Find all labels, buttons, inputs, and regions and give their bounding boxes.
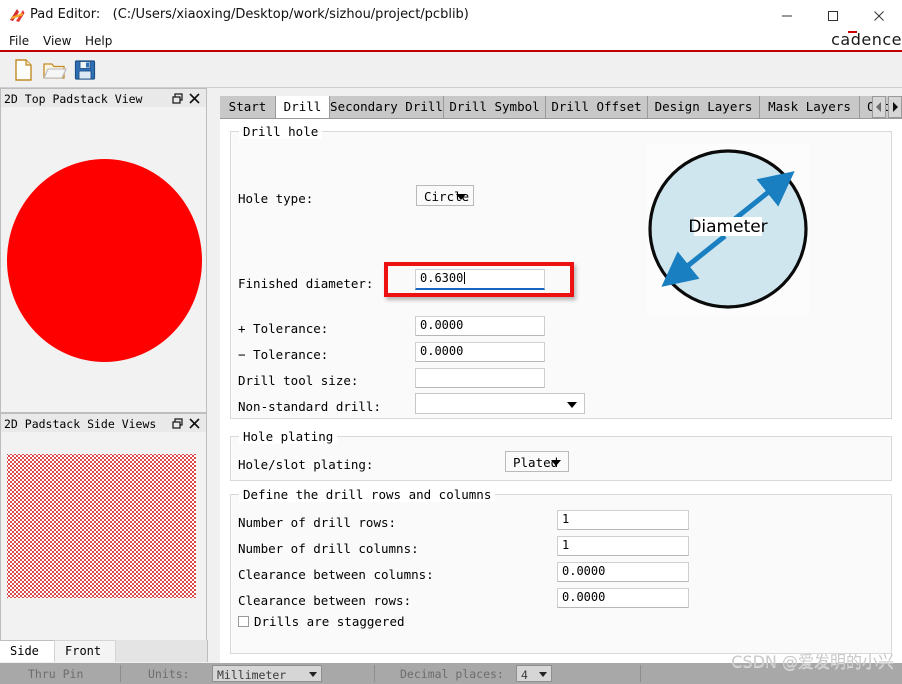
hole-type-label: Hole type: — [238, 191, 314, 206]
drills-are-staggered-checkbox[interactable]: Drills are staggered — [238, 614, 405, 629]
open-folder-icon[interactable] — [41, 57, 67, 83]
pad-shape-circle — [7, 159, 202, 362]
drill-tool-size-label: Drill tool size: — [238, 373, 359, 388]
clearance-between-rows-label: Clearance between rows: — [238, 593, 412, 608]
minimize-button[interactable] — [764, 0, 810, 32]
minus-tolerance-label: − Tolerance: — [238, 347, 329, 362]
text-caret — [464, 272, 466, 284]
side-front-tabstrip: Side Front — [0, 640, 208, 662]
padstack-side-hatch — [7, 454, 196, 598]
tab-design-layers[interactable]: Design Layers — [648, 96, 760, 118]
tab-mask-layers[interactable]: Mask Layers — [760, 96, 860, 118]
cadence-brand-logo: cadence — [831, 30, 902, 49]
menu-item-help[interactable]: Help — [80, 33, 117, 49]
chevron-down-icon — [309, 671, 317, 677]
finished-diameter-input[interactable]: 0.6300 — [415, 269, 545, 290]
hole-slot-plating-label: Hole/slot plating: — [238, 457, 374, 472]
status-pin-type: Thru Pin — [28, 667, 84, 681]
top-padstack-panel-title: 2D Top Padstack View — [4, 92, 143, 106]
side-views-canvas[interactable] — [1, 432, 206, 643]
plus-tolerance-input[interactable]: 0.0000 — [415, 316, 545, 336]
non-standard-drill-label: Non-standard drill: — [238, 399, 381, 414]
tab-drill-symbol[interactable]: Drill Symbol — [444, 96, 546, 118]
tab-drill[interactable]: Drill — [276, 96, 330, 118]
chevron-down-icon — [567, 401, 577, 408]
top-padstack-view-panel: 2D Top Padstack View — [0, 88, 207, 413]
status-separator — [120, 665, 121, 682]
status-decimal-label: Decimal places: — [400, 667, 504, 681]
drill-hole-legend: Drill hole — [239, 124, 323, 139]
csdn-watermark: CSDN @爱发明的小兴 — [731, 652, 894, 671]
hole-plating-legend: Hole plating — [239, 429, 338, 444]
finished-diameter-value: 0.6300 — [420, 271, 464, 285]
close-button[interactable] — [856, 0, 902, 32]
number-of-drill-columns-input[interactable]: 1 — [557, 536, 689, 556]
minus-tolerance-input[interactable]: 0.0000 — [415, 342, 545, 362]
restore-icon[interactable] — [171, 417, 184, 430]
finished-diameter-label: Finished diameter: — [238, 276, 374, 291]
tab-front[interactable]: Front — [54, 640, 116, 662]
cadence-wordmark: cadence — [831, 30, 902, 49]
menu-item-view[interactable]: View — [38, 33, 76, 49]
number-of-drill-columns-label: Number of drill columns: — [238, 541, 419, 556]
menu-item-file[interactable]: File — [4, 33, 34, 49]
number-of-drill-rows-input[interactable]: 1 — [557, 510, 689, 530]
chevron-down-icon — [456, 193, 466, 200]
drill-rows-columns-legend: Define the drill rows and columns — [239, 487, 496, 502]
main-toolbar — [0, 52, 902, 88]
hole-slot-plating-select[interactable]: Plated — [505, 451, 569, 472]
top-padstack-canvas[interactable] — [1, 107, 206, 412]
chevron-down-icon — [551, 459, 561, 466]
diameter-illustration-label: Diameter — [688, 217, 767, 237]
status-units-label: Units: — [148, 667, 190, 681]
tab-drill-offset[interactable]: Drill Offset — [546, 96, 648, 118]
padstack-side-views-panel: 2D Padstack Side Views — [0, 413, 207, 644]
save-icon[interactable] — [72, 57, 98, 83]
diameter-illustration: Diameter — [647, 143, 809, 315]
maximize-button[interactable] — [810, 0, 856, 32]
menu-bar: File View Help — [0, 32, 902, 50]
clearance-between-columns-input[interactable]: 0.0000 — [557, 562, 689, 582]
number-of-drill-rows-label: Number of drill rows: — [238, 515, 397, 530]
clearance-between-columns-label: Clearance between columns: — [238, 567, 434, 582]
status-separator — [640, 665, 641, 682]
new-file-icon[interactable] — [10, 57, 36, 83]
tab-scroll-left-icon[interactable] — [872, 96, 886, 118]
chevron-down-icon — [539, 671, 547, 677]
drills-are-staggered-label: Drills are staggered — [254, 614, 405, 629]
cadence-macron-icon — [848, 31, 858, 33]
status-separator — [374, 665, 375, 682]
drill-tool-size-input[interactable] — [415, 368, 545, 388]
decimal-places-value: 4 — [521, 668, 528, 682]
plus-tolerance-label: + Tolerance: — [238, 321, 329, 336]
units-value: Millimeter — [217, 668, 287, 682]
title-bar: Pad Editor: (C:/Users/xiaoxing/Desktop/w… — [0, 0, 902, 32]
app-logo-icon — [8, 7, 26, 25]
close-icon[interactable] — [188, 92, 201, 105]
top-padstack-panel-header: 2D Top Padstack View — [1, 89, 206, 108]
close-icon[interactable] — [188, 417, 201, 430]
window-file-path: (C:/Users/xiaoxing/Desktop/work/sizhou/p… — [112, 7, 469, 22]
tab-start[interactable]: Start — [220, 96, 276, 118]
hole-type-select[interactable]: Circle — [416, 185, 474, 206]
clearance-between-rows-input[interactable]: 0.0000 — [557, 588, 689, 608]
restore-icon[interactable] — [171, 92, 184, 105]
main-tabstrip: Start Drill Secondary Drill Drill Symbol… — [220, 96, 902, 118]
tab-scroll-right-icon[interactable] — [888, 96, 902, 118]
units-select[interactable]: Millimeter — [212, 665, 322, 682]
tab-secondary-drill[interactable]: Secondary Drill — [330, 96, 444, 118]
side-views-panel-title: 2D Padstack Side Views — [4, 417, 157, 431]
checkbox-icon — [238, 616, 249, 627]
decimal-places-select[interactable]: 4 — [516, 665, 552, 682]
non-standard-drill-select[interactable] — [415, 393, 585, 414]
tab-side[interactable]: Side — [0, 640, 54, 662]
window-app-name: Pad Editor: — [30, 7, 101, 22]
window-title: Pad Editor: (C:/Users/xiaoxing/Desktop/w… — [30, 7, 469, 22]
side-views-panel-header: 2D Padstack Side Views — [1, 414, 206, 433]
